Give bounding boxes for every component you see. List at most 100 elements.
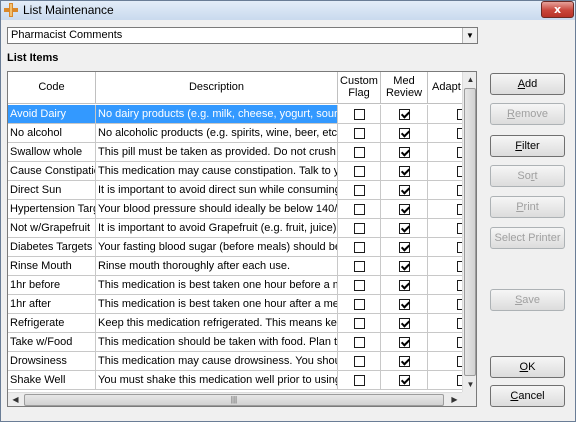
table-row[interactable]: Refrigerate Keep this medication refriger… [8, 314, 462, 333]
med-review-checkbox[interactable] [399, 185, 410, 196]
med-review-checkbox[interactable] [399, 337, 410, 348]
table-row[interactable]: Swallow whole This pill must be taken as … [8, 143, 462, 162]
cell-description[interactable]: You must shake this medication well prio… [96, 371, 338, 390]
custom-flag-checkbox[interactable] [354, 299, 365, 310]
med-review-checkbox[interactable] [399, 261, 410, 272]
med-review-checkbox[interactable] [399, 356, 410, 367]
cell-code[interactable]: Take w/Food [8, 333, 96, 352]
header-code[interactable]: Code [8, 72, 96, 104]
header-description[interactable]: Description [96, 72, 338, 104]
scroll-right-icon[interactable]: ▶ [447, 393, 462, 406]
cell-code[interactable]: Rinse Mouth [8, 257, 96, 276]
med-review-checkbox[interactable] [399, 109, 410, 120]
cell-description[interactable]: Rinse mouth thoroughly after each use. [96, 257, 338, 276]
table-row[interactable]: Drowsiness This medication may cause drow… [8, 352, 462, 371]
custom-flag-checkbox[interactable] [354, 109, 365, 120]
cell-description[interactable]: This medication should be taken with foo… [96, 333, 338, 352]
ok-button[interactable]: OK [490, 356, 565, 378]
custom-flag-checkbox[interactable] [354, 318, 365, 329]
custom-flag-checkbox[interactable] [354, 223, 365, 234]
cancel-button[interactable]: Cancel [490, 385, 565, 407]
table-row[interactable]: Hypertension Targ Your blood pressure sho… [8, 200, 462, 219]
vertical-scrollbar[interactable]: ▲ ▼ [462, 72, 476, 392]
table-row[interactable]: 1hr before This medication is best taken … [8, 276, 462, 295]
cell-code[interactable]: Direct Sun [8, 181, 96, 200]
table-row[interactable]: Not w/Grapefruit It is important to avoid… [8, 219, 462, 238]
cell-description[interactable]: This medication is best taken one hour b… [96, 276, 338, 295]
cell-description[interactable]: This pill must be taken as provided. Do … [96, 143, 338, 162]
table-row[interactable]: No alcohol No alcoholic products (e.g. sp… [8, 124, 462, 143]
cell-description[interactable]: It is important to avoid direct sun whil… [96, 181, 338, 200]
print-button[interactable]: Print [490, 196, 565, 218]
remove-button[interactable]: Remove [490, 103, 565, 125]
header-custom-flag[interactable]: Custom Flag [338, 72, 381, 104]
cell-code[interactable]: Swallow whole [8, 143, 96, 162]
horizontal-scrollbar[interactable]: ◀ ||| ▶ [8, 392, 462, 406]
med-review-checkbox[interactable] [399, 128, 410, 139]
dropdown-arrow-icon[interactable]: ▼ [462, 28, 477, 43]
custom-flag-checkbox[interactable] [354, 242, 365, 253]
table-row[interactable]: Avoid Dairy No dairy products (e.g. milk,… [8, 105, 462, 124]
cell-code[interactable]: Shake Well [8, 371, 96, 390]
cell-code[interactable]: Hypertension Targ [8, 200, 96, 219]
cell-description[interactable]: No dairy products (e.g. milk, cheese, yo… [96, 105, 338, 124]
cell-description[interactable]: This medication is best taken one hour a… [96, 295, 338, 314]
vertical-scroll-thumb[interactable] [464, 88, 476, 376]
horizontal-scroll-thumb[interactable]: ||| [24, 394, 444, 406]
table-row[interactable]: Direct Sun It is important to avoid direc… [8, 181, 462, 200]
cell-code[interactable]: 1hr before [8, 276, 96, 295]
custom-flag-checkbox[interactable] [354, 204, 365, 215]
custom-flag-checkbox[interactable] [354, 166, 365, 177]
custom-flag-checkbox[interactable] [354, 375, 365, 386]
filter-button[interactable]: Filter [490, 135, 565, 157]
list-type-select[interactable]: Pharmacist Comments ▼ [7, 27, 478, 44]
custom-flag-checkbox[interactable] [354, 280, 365, 291]
med-review-checkbox[interactable] [399, 375, 410, 386]
cell-description[interactable]: Your blood pressure should ideally be be… [96, 200, 338, 219]
cell-code[interactable]: Refrigerate [8, 314, 96, 333]
cell-code[interactable]: Avoid Dairy [8, 105, 96, 124]
custom-flag-checkbox[interactable] [354, 128, 365, 139]
custom-flag-checkbox[interactable] [354, 356, 365, 367]
scroll-left-icon[interactable]: ◀ [8, 393, 23, 406]
table-row[interactable]: Rinse Mouth Rinse mouth thoroughly after … [8, 257, 462, 276]
cell-code[interactable]: Drowsiness [8, 352, 96, 371]
custom-flag-checkbox[interactable] [354, 147, 365, 158]
header-adapt[interactable]: Adapt [428, 72, 462, 104]
table-row[interactable]: Diabetes Targets Your fasting blood sugar… [8, 238, 462, 257]
cell-description[interactable]: This medication may cause constipation. … [96, 162, 338, 181]
custom-flag-checkbox[interactable] [354, 337, 365, 348]
add-button[interactable]: Add [490, 73, 565, 95]
cell-description[interactable]: Your fasting blood sugar (before meals) … [96, 238, 338, 257]
cell-description[interactable]: It is important to avoid Grapefruit (e.g… [96, 219, 338, 238]
cell-description[interactable]: This medication may cause drowsiness. Yo… [96, 352, 338, 371]
med-review-checkbox[interactable] [399, 147, 410, 158]
table-row[interactable]: Cause Constipatio This medication may cau… [8, 162, 462, 181]
med-review-checkbox[interactable] [399, 280, 410, 291]
med-review-checkbox[interactable] [399, 166, 410, 177]
scroll-down-icon[interactable]: ▼ [463, 377, 476, 392]
table-row[interactable]: 1hr after This medication is best taken o… [8, 295, 462, 314]
save-button[interactable]: Save [490, 289, 565, 311]
header-med-review[interactable]: Med Review [381, 72, 428, 104]
table-row[interactable]: Take w/Food This medication should be tak… [8, 333, 462, 352]
table-row[interactable]: Shake Well You must shake this medication… [8, 371, 462, 390]
med-review-checkbox[interactable] [399, 223, 410, 234]
scroll-up-icon[interactable]: ▲ [463, 72, 476, 87]
custom-flag-checkbox[interactable] [354, 261, 365, 272]
cell-code[interactable]: 1hr after [8, 295, 96, 314]
med-review-checkbox[interactable] [399, 204, 410, 215]
select-printer-button[interactable]: Select Printer [490, 227, 565, 249]
cell-code[interactable]: Cause Constipatio [8, 162, 96, 181]
close-button[interactable]: x [541, 1, 574, 18]
cell-description[interactable]: No alcoholic products (e.g. spirits, win… [96, 124, 338, 143]
cell-code[interactable]: Diabetes Targets [8, 238, 96, 257]
cell-code[interactable]: Not w/Grapefruit [8, 219, 96, 238]
med-review-checkbox[interactable] [399, 242, 410, 253]
med-review-checkbox[interactable] [399, 318, 410, 329]
cell-code[interactable]: No alcohol [8, 124, 96, 143]
custom-flag-checkbox[interactable] [354, 185, 365, 196]
cell-description[interactable]: Keep this medication refrigerated. This … [96, 314, 338, 333]
med-review-checkbox[interactable] [399, 299, 410, 310]
sort-button[interactable]: Sort [490, 165, 565, 187]
